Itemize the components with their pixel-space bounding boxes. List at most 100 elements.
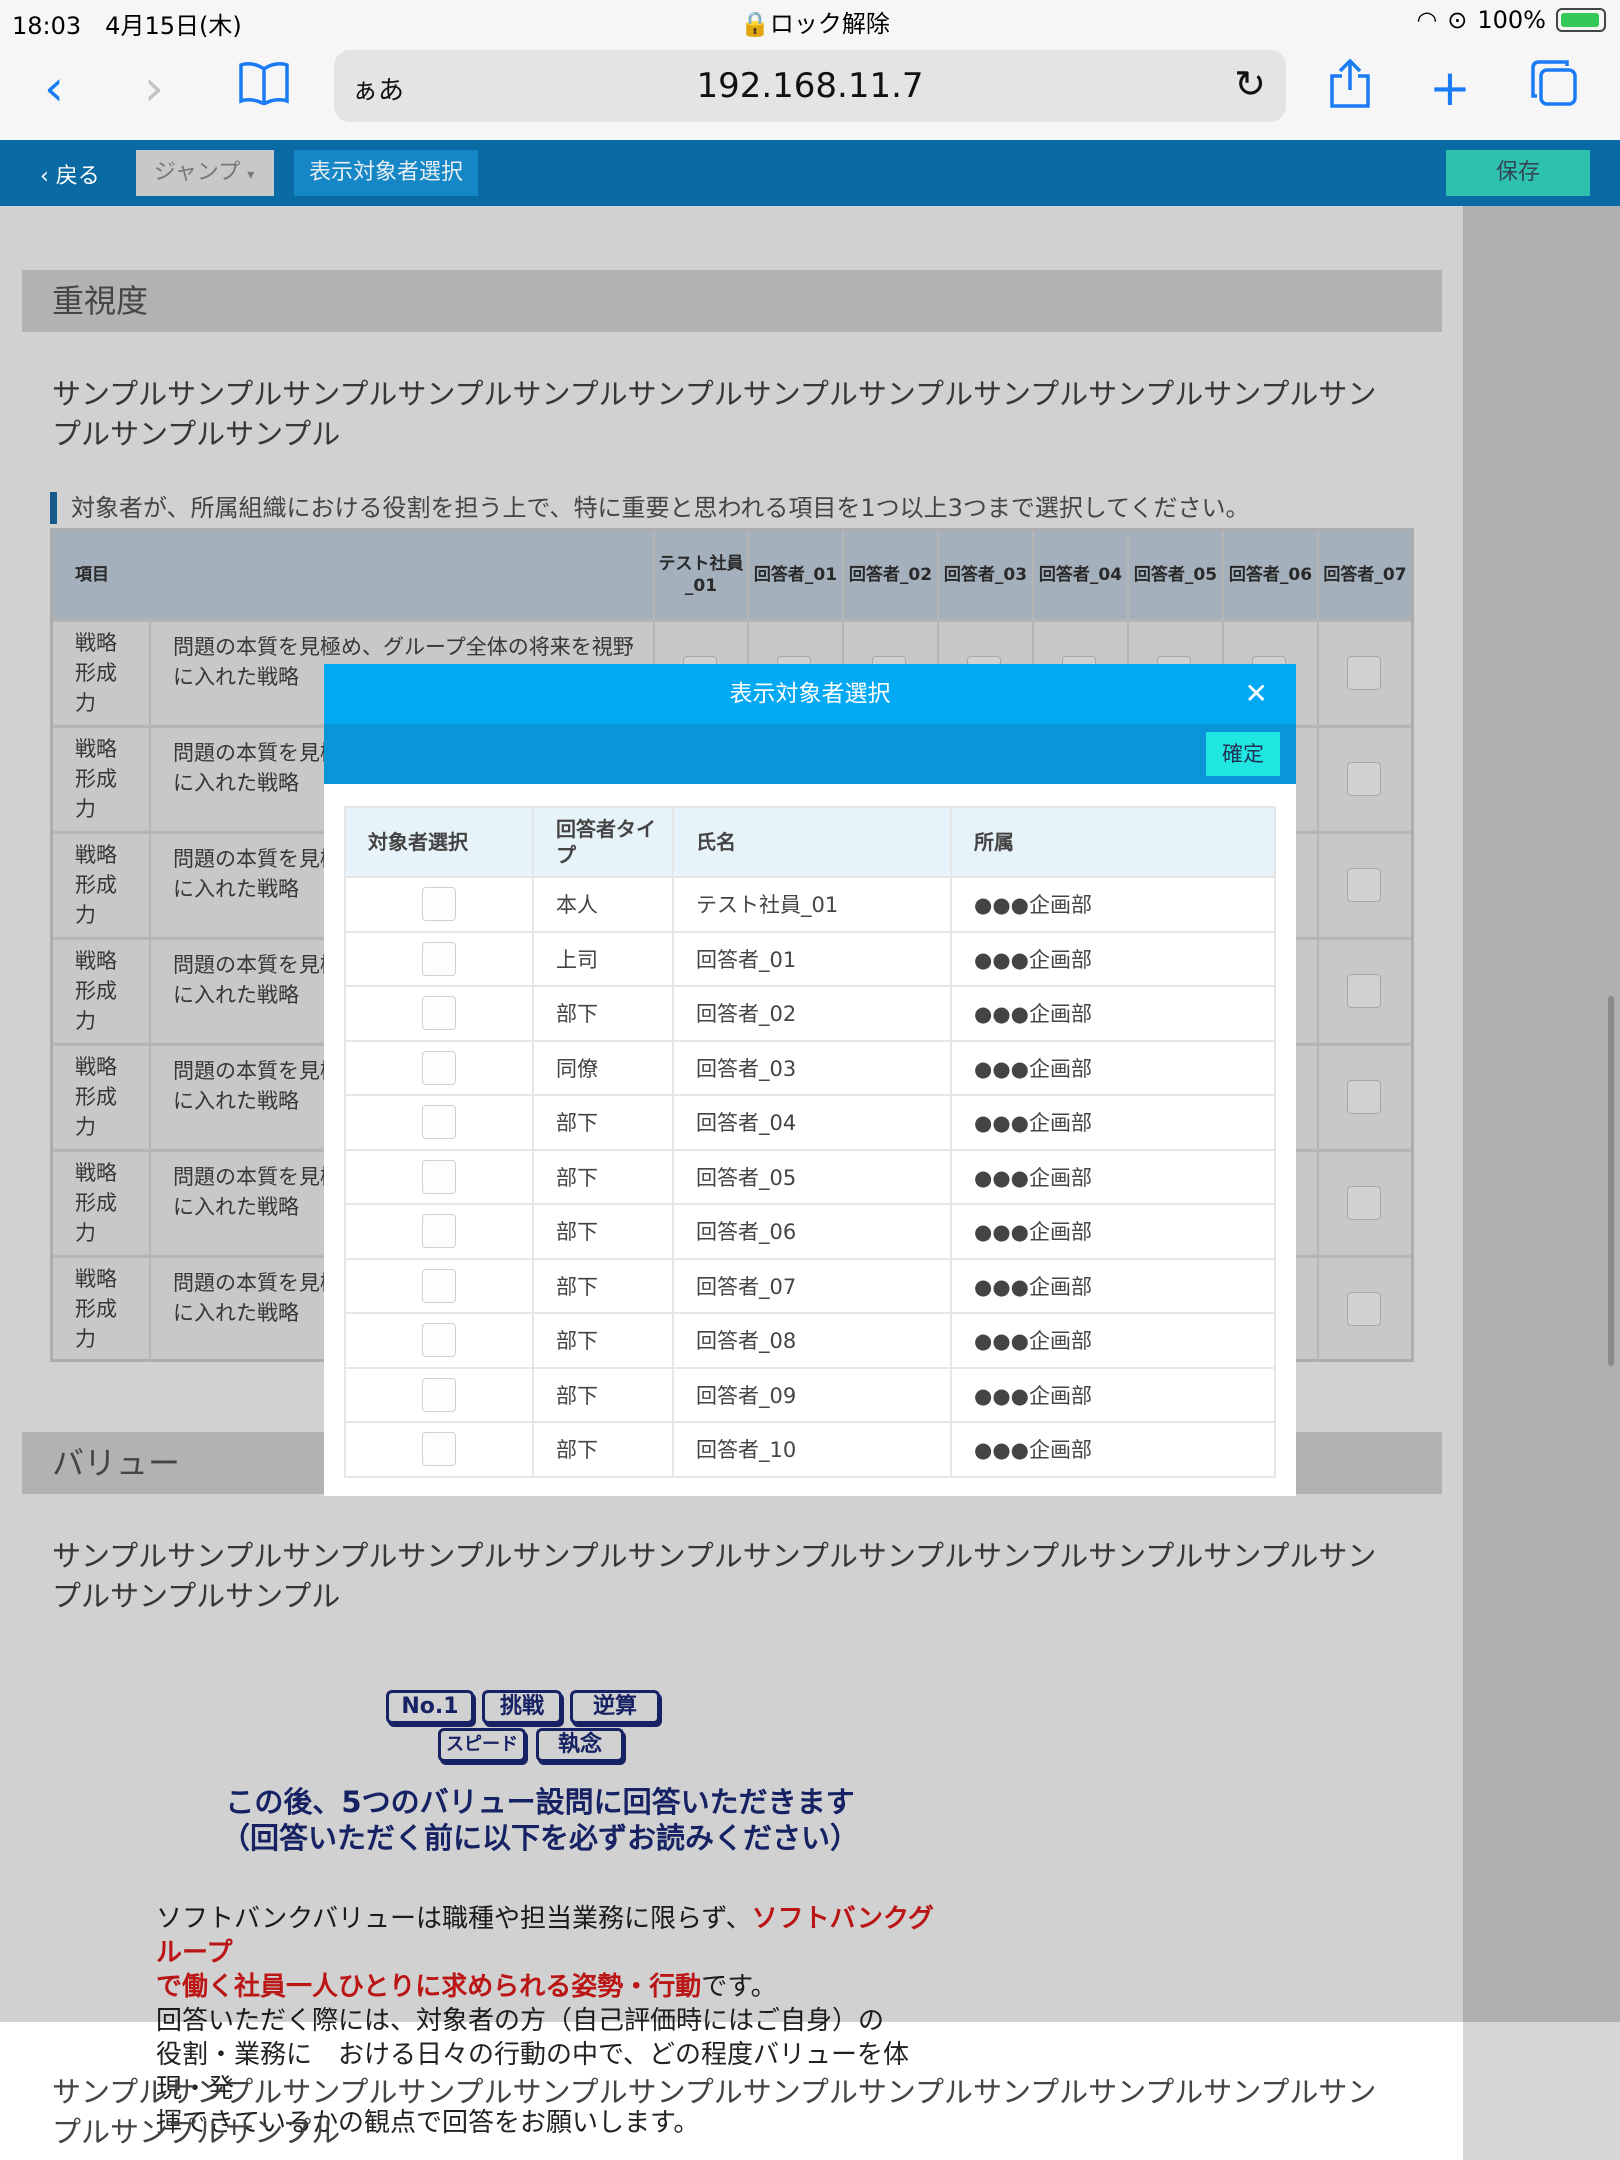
table-row: 部下 回答者_02 ●●●企画部 xyxy=(344,985,1276,1042)
select-cell xyxy=(344,1312,534,1369)
target-checkbox[interactable] xyxy=(422,1268,456,1303)
target-checkbox[interactable] xyxy=(422,1050,456,1085)
tabs-overview-icon[interactable] xyxy=(1524,58,1584,118)
status-lock-label: 🔒ロック解除 xyxy=(740,10,890,38)
select-cell xyxy=(344,1094,534,1151)
respondent-name: 回答者_09 xyxy=(672,1366,952,1423)
respondent-name: 回答者_01 xyxy=(672,930,952,987)
bookmarks-book-icon[interactable] xyxy=(234,58,294,118)
respondent-dept: ●●●企画部 xyxy=(950,930,1276,987)
respondent-type: 上司 xyxy=(532,930,674,987)
wifi-icon: ◠ xyxy=(1416,6,1438,34)
table-row: 部下 回答者_04 ●●●企画部 xyxy=(344,1094,1276,1151)
target-checkbox[interactable] xyxy=(422,1214,456,1249)
respondent-dept: ●●●企画部 xyxy=(950,1094,1276,1151)
respondent-table: 対象者選択 回答者タイプ 氏名 所属 本人 テスト社員_01 ●●●企画部 上司 回答者… xyxy=(344,806,1276,1478)
respondent-name: 回答者_06 xyxy=(672,1203,952,1260)
respondent-name: 回答者_02 xyxy=(672,985,952,1042)
battery-percent: 100% xyxy=(1477,6,1546,34)
caret-down-icon: ▾ xyxy=(247,167,255,183)
target-checkbox[interactable] xyxy=(422,1323,456,1358)
select-cell xyxy=(344,985,534,1042)
scrollbar-thumb[interactable] xyxy=(1608,996,1614,1366)
status-bar: 18:03 4月15日(木) 🔒ロック解除 ◠ ⊙ 100% xyxy=(0,0,1620,40)
table-row: 本人 テスト社員_01 ●●●企画部 xyxy=(344,876,1276,933)
table-row: 部下 回答者_07 ●●●企画部 xyxy=(344,1257,1276,1314)
respondent-dept: ●●●企画部 xyxy=(950,1312,1276,1369)
respondent-dept: ●●●企画部 xyxy=(950,876,1276,933)
jump-dropdown[interactable]: ジャンプ ▾ xyxy=(136,150,274,196)
modal-title: 表示対象者選択 ✕ xyxy=(324,664,1296,724)
respondent-name: 回答者_05 xyxy=(672,1148,952,1205)
respondent-dept: ●●●企画部 xyxy=(950,1039,1276,1096)
respondent-dept: ●●●企画部 xyxy=(950,1366,1276,1423)
select-cell xyxy=(344,1203,534,1260)
browser-toolbar: ‹ › ぁあ 192.168.11.7 ↻ + xyxy=(0,40,1620,140)
respondent-type: 部下 xyxy=(532,1203,674,1260)
respondent-type: 部下 xyxy=(532,1366,674,1423)
bottom-description: サンプルサンプルサンプルサンプルサンプルサンプルサンプルサンプルサンプルサンプル… xyxy=(52,2075,1377,2149)
target-checkbox[interactable] xyxy=(422,1432,456,1467)
app-header: ‹ 戻る ジャンプ ▾ 表示対象者選択 保存 xyxy=(0,140,1620,206)
select-cell xyxy=(344,1148,534,1205)
new-tab-plus-icon[interactable]: + xyxy=(1420,58,1480,118)
table-row: 上司 回答者_01 ●●●企画部 xyxy=(344,930,1276,987)
target-checkbox[interactable] xyxy=(422,887,456,922)
respondent-type: 部下 xyxy=(532,1312,674,1369)
respondent-name: 回答者_10 xyxy=(672,1421,952,1478)
table-row: 部下 回答者_10 ●●●企画部 xyxy=(344,1421,1276,1478)
select-column-header: 対象者選択 xyxy=(344,806,534,878)
respondent-name: 回答者_07 xyxy=(672,1257,952,1314)
save-button[interactable]: 保存 xyxy=(1446,150,1590,196)
select-cell xyxy=(344,1039,534,1096)
select-cell xyxy=(344,876,534,933)
respondent-dept: ●●●企画部 xyxy=(950,1421,1276,1478)
dept-column-header: 所属 xyxy=(950,806,1276,878)
back-chevron-icon[interactable]: ‹ xyxy=(24,58,84,118)
battery-icon xyxy=(1556,8,1606,32)
type-column-header: 回答者タイプ xyxy=(532,806,674,878)
table-row: 部下 回答者_06 ●●●企画部 xyxy=(344,1203,1276,1260)
respondent-name: 回答者_08 xyxy=(672,1312,952,1369)
select-target-modal: 表示対象者選択 ✕ 確定 対象者選択 回答者タイプ 氏名 所属 本人 テスト社員_… xyxy=(324,664,1296,1496)
respondent-name: 回答者_03 xyxy=(672,1039,952,1096)
select-cell xyxy=(344,1257,534,1314)
target-checkbox[interactable] xyxy=(422,1159,456,1194)
respondent-dept: ●●●企画部 xyxy=(950,985,1276,1042)
name-column-header: 氏名 xyxy=(672,806,952,878)
respondent-type: 部下 xyxy=(532,1257,674,1314)
forward-chevron-icon[interactable]: › xyxy=(124,58,184,118)
respondent-type: 部下 xyxy=(532,985,674,1042)
modal-action-bar: 確定 xyxy=(324,724,1296,784)
back-button[interactable]: ‹ 戻る xyxy=(40,158,100,190)
status-time: 18:03 4月15日(木) xyxy=(12,12,242,40)
target-checkbox[interactable] xyxy=(422,1377,456,1412)
address-bar[interactable]: ぁあ 192.168.11.7 ↻ xyxy=(334,50,1286,122)
respondent-type: 同僚 xyxy=(532,1039,674,1096)
target-checkbox[interactable] xyxy=(422,996,456,1031)
table-row: 部下 回答者_05 ●●●企画部 xyxy=(344,1148,1276,1205)
table-row: 部下 回答者_09 ●●●企画部 xyxy=(344,1366,1276,1423)
target-checkbox[interactable] xyxy=(422,941,456,976)
rotation-lock-icon: ⊙ xyxy=(1447,6,1468,34)
url-text: 192.168.11.7 xyxy=(696,66,924,106)
respondent-dept: ●●●企画部 xyxy=(950,1203,1276,1260)
select-target-button[interactable]: 表示対象者選択 xyxy=(294,150,478,196)
reload-icon[interactable]: ↻ xyxy=(1234,62,1266,106)
share-icon[interactable] xyxy=(1320,58,1380,118)
select-cell xyxy=(344,1421,534,1478)
respondent-type: 部下 xyxy=(532,1421,674,1478)
respondent-type: 本人 xyxy=(532,876,674,933)
respondent-name: 回答者_04 xyxy=(672,1094,952,1151)
confirm-button[interactable]: 確定 xyxy=(1206,732,1280,776)
respondent-dept: ●●●企画部 xyxy=(950,1148,1276,1205)
respondent-type: 部下 xyxy=(532,1094,674,1151)
chevron-left-icon: ‹ xyxy=(40,164,56,189)
respondent-rows: 本人 テスト社員_01 ●●●企画部 上司 回答者_01 ●●●企画部 部下 回答者_02 ●●… xyxy=(344,876,1276,1478)
respondent-dept: ●●●企画部 xyxy=(950,1257,1276,1314)
status-right: ◠ ⊙ 100% xyxy=(1416,6,1606,34)
respondent-name: テスト社員_01 xyxy=(672,876,952,933)
respondent-type: 部下 xyxy=(532,1148,674,1205)
target-checkbox[interactable] xyxy=(422,1105,456,1140)
close-icon[interactable]: ✕ xyxy=(1245,680,1268,708)
